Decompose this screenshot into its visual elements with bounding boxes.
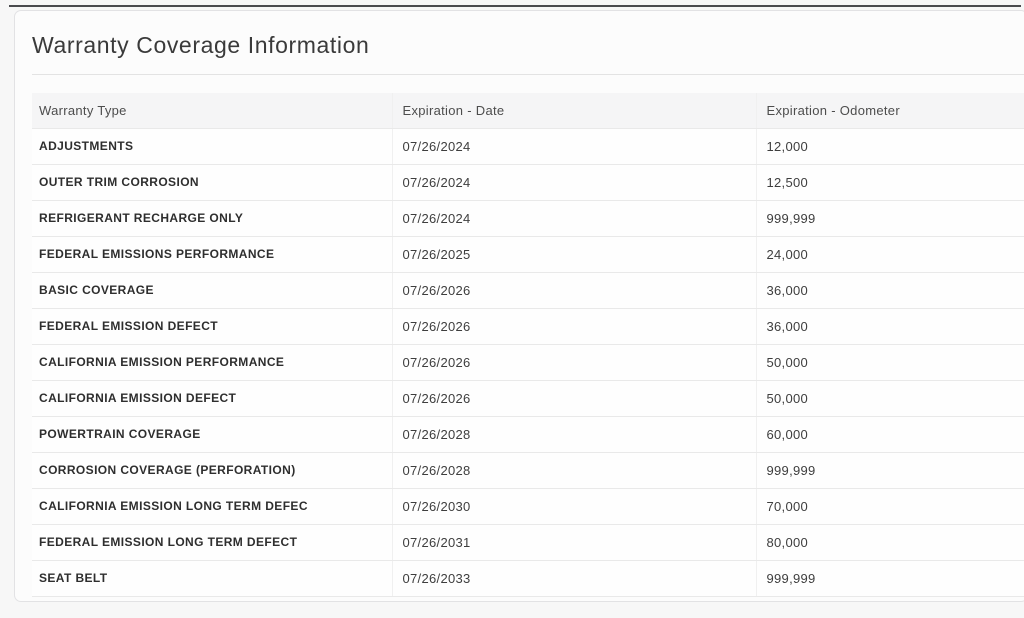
table-row: FEDERAL EMISSION LONG TERM DEFECT 07/26/… (32, 524, 1024, 560)
expiration-date-cell: 07/26/2031 (392, 524, 756, 560)
expiration-odometer-cell: 999,999 (756, 200, 1024, 236)
warranty-type-cell: ADJUSTMENTS (32, 128, 392, 164)
expiration-date-cell: 07/26/2028 (392, 452, 756, 488)
table-row: FEDERAL EMISSION DEFECT 07/26/2026 36,00… (32, 308, 1024, 344)
warranty-type-cell: POWERTRAIN COVERAGE (32, 416, 392, 452)
table-row: CALIFORNIA EMISSION DEFECT 07/26/2026 50… (32, 380, 1024, 416)
expiration-date-cell: 07/26/2026 (392, 344, 756, 380)
table-row: REFRIGERANT RECHARGE ONLY 07/26/2024 999… (32, 200, 1024, 236)
warranty-table: Warranty Type Expiration - Date Expirati… (32, 93, 1024, 597)
warranty-type-cell: CALIFORNIA EMISSION LONG TERM DEFEC (32, 488, 392, 524)
expiration-odometer-cell: 36,000 (756, 308, 1024, 344)
table-row: SEAT BELT 07/26/2033 999,999 (32, 560, 1024, 596)
expiration-date-cell: 07/26/2033 (392, 560, 756, 596)
expiration-odometer-cell: 24,000 (756, 236, 1024, 272)
expiration-date-cell: 07/26/2026 (392, 272, 756, 308)
warranty-type-cell: REFRIGERANT RECHARGE ONLY (32, 200, 392, 236)
expiration-date-cell: 07/26/2026 (392, 380, 756, 416)
page-title: Warranty Coverage Information (32, 32, 1011, 59)
warranty-type-cell: SEAT BELT (32, 560, 392, 596)
table-row: CORROSION COVERAGE (PERFORATION) 07/26/2… (32, 452, 1024, 488)
expiration-odometer-cell: 50,000 (756, 344, 1024, 380)
expiration-date-cell: 07/26/2024 (392, 164, 756, 200)
column-header-expiration-odometer: Expiration - Odometer (756, 93, 1024, 128)
column-header-expiration-date: Expiration - Date (392, 93, 756, 128)
title-divider (32, 74, 1024, 75)
warranty-type-cell: FEDERAL EMISSION LONG TERM DEFECT (32, 524, 392, 560)
table-body: ADJUSTMENTS 07/26/2024 12,000 OUTER TRIM… (32, 128, 1024, 596)
warranty-type-cell: BASIC COVERAGE (32, 272, 392, 308)
warranty-coverage-card: Warranty Coverage Information Warranty T… (14, 10, 1024, 602)
table-row: OUTER TRIM CORROSION 07/26/2024 12,500 (32, 164, 1024, 200)
table-row: CALIFORNIA EMISSION PERFORMANCE 07/26/20… (32, 344, 1024, 380)
expiration-odometer-cell: 70,000 (756, 488, 1024, 524)
warranty-type-cell: CORROSION COVERAGE (PERFORATION) (32, 452, 392, 488)
table-row: POWERTRAIN COVERAGE 07/26/2028 60,000 (32, 416, 1024, 452)
expiration-odometer-cell: 36,000 (756, 272, 1024, 308)
table-row: BASIC COVERAGE 07/26/2026 36,000 (32, 272, 1024, 308)
expiration-odometer-cell: 12,000 (756, 128, 1024, 164)
expiration-date-cell: 07/26/2024 (392, 128, 756, 164)
expiration-odometer-cell: 999,999 (756, 452, 1024, 488)
top-divider-line (9, 5, 1021, 7)
warranty-type-cell: CALIFORNIA EMISSION PERFORMANCE (32, 344, 392, 380)
warranty-type-cell: CALIFORNIA EMISSION DEFECT (32, 380, 392, 416)
table-row: CALIFORNIA EMISSION LONG TERM DEFEC 07/2… (32, 488, 1024, 524)
warranty-type-cell: FEDERAL EMISSIONS PERFORMANCE (32, 236, 392, 272)
warranty-type-cell: FEDERAL EMISSION DEFECT (32, 308, 392, 344)
expiration-date-cell: 07/26/2026 (392, 308, 756, 344)
expiration-odometer-cell: 999,999 (756, 560, 1024, 596)
table-row: FEDERAL EMISSIONS PERFORMANCE 07/26/2025… (32, 236, 1024, 272)
expiration-odometer-cell: 50,000 (756, 380, 1024, 416)
expiration-odometer-cell: 80,000 (756, 524, 1024, 560)
column-header-warranty-type: Warranty Type (32, 93, 392, 128)
table-header-row: Warranty Type Expiration - Date Expirati… (32, 93, 1024, 128)
expiration-date-cell: 07/26/2025 (392, 236, 756, 272)
expiration-odometer-cell: 12,500 (756, 164, 1024, 200)
expiration-date-cell: 07/26/2030 (392, 488, 756, 524)
expiration-date-cell: 07/26/2028 (392, 416, 756, 452)
warranty-table-container: Warranty Type Expiration - Date Expirati… (32, 93, 1024, 597)
expiration-odometer-cell: 60,000 (756, 416, 1024, 452)
warranty-type-cell: OUTER TRIM CORROSION (32, 164, 392, 200)
table-row: ADJUSTMENTS 07/26/2024 12,000 (32, 128, 1024, 164)
expiration-date-cell: 07/26/2024 (392, 200, 756, 236)
